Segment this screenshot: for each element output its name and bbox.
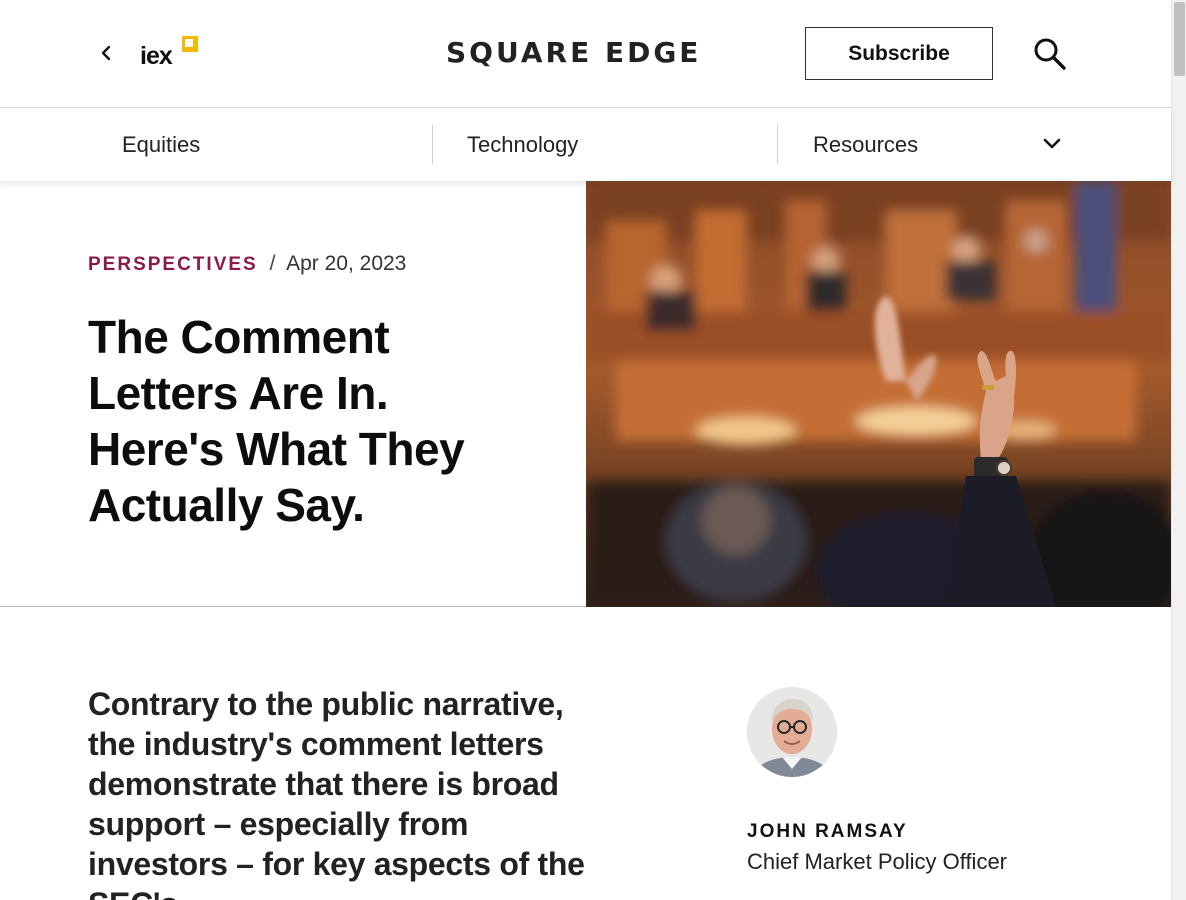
site-header: iex SQUARE EDGE Subscribe	[0, 0, 1171, 108]
page-scrollbar[interactable]	[1171, 0, 1186, 900]
logo-text: iex	[140, 42, 173, 70]
search-icon[interactable]	[1032, 36, 1068, 72]
iex-logo[interactable]: iex	[140, 36, 200, 70]
logo-mark-icon	[182, 36, 198, 52]
article-title: The Comment Letters Are In. Here's What …	[88, 311, 465, 531]
nav-item-technology[interactable]: Technology	[467, 108, 578, 181]
author-name[interactable]: JOHN RAMSAY	[747, 821, 908, 843]
publish-date: Apr 20, 2023	[286, 252, 407, 275]
nav-divider	[777, 125, 778, 164]
chevron-left-icon[interactable]	[98, 44, 116, 62]
category-link[interactable]: PERSPECTIVES	[88, 254, 258, 275]
nav-divider	[432, 125, 433, 164]
raised-hands-photo	[586, 181, 1171, 607]
category-nav: Equities Technology Resources	[0, 108, 1171, 181]
article-summary: Contrary to the public narrative, the in…	[88, 686, 585, 900]
subscribe-button[interactable]: Subscribe	[805, 27, 993, 80]
author-avatar[interactable]	[747, 687, 837, 777]
nav-item-equities[interactable]: Equities	[122, 108, 200, 181]
article-meta: PERSPECTIVES / Apr 20, 2023	[88, 252, 406, 276]
meta-separator: /	[269, 252, 276, 275]
hero-image	[586, 181, 1171, 607]
nav-item-resources[interactable]: Resources	[813, 108, 918, 181]
author-portrait	[747, 687, 837, 777]
site-brand[interactable]: SQUARE EDGE	[446, 36, 701, 69]
chevron-down-icon[interactable]	[1042, 136, 1062, 152]
author-role: Chief Market Policy Officer	[747, 849, 1008, 874]
article-hero: PERSPECTIVES / Apr 20, 2023 The Comment …	[0, 181, 1171, 607]
scrollbar-thumb[interactable]	[1174, 2, 1185, 76]
